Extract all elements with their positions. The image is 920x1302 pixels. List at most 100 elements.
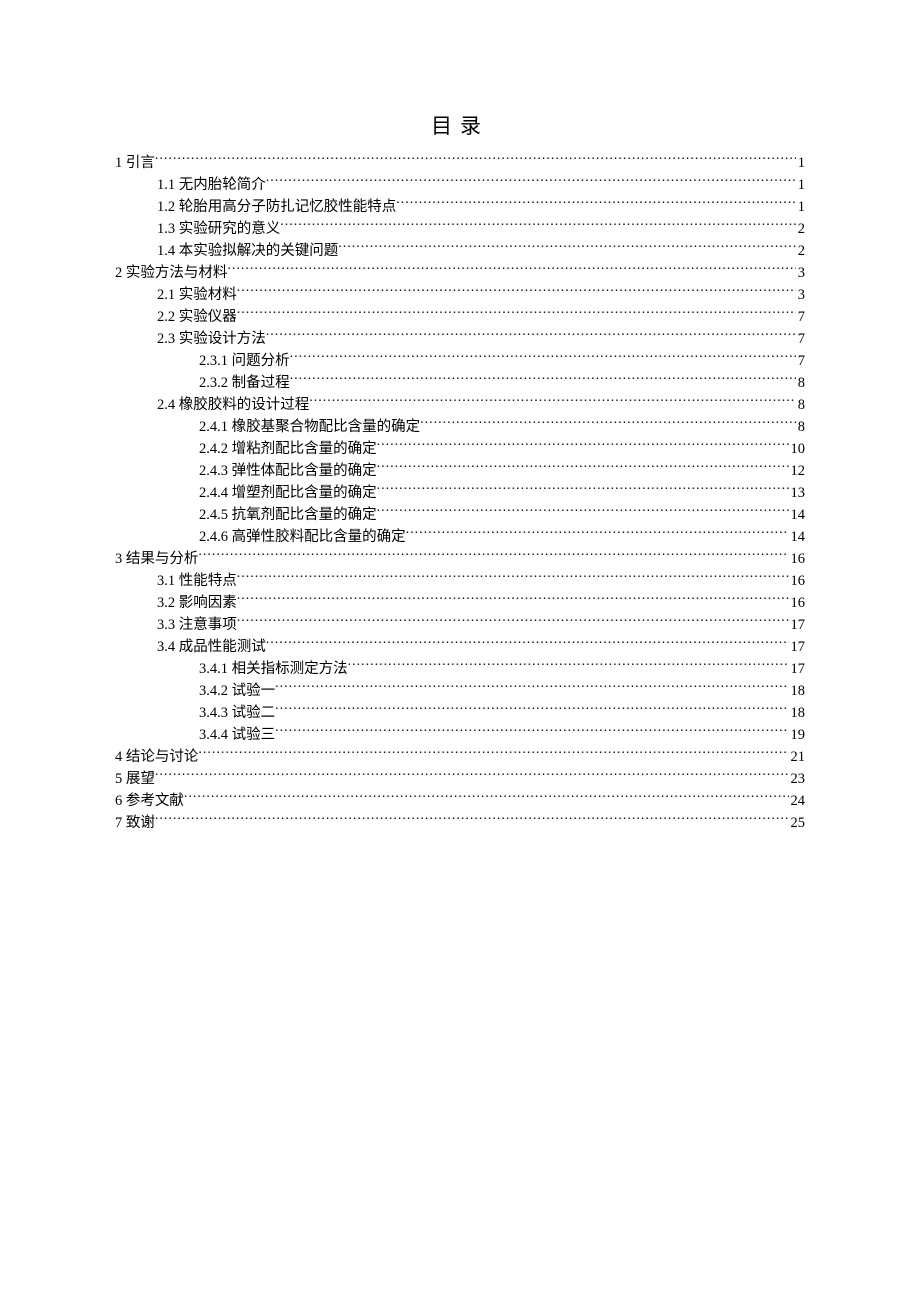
toc-entry-label: 2.4.5 抗氧剂配比含量的确定 [199, 505, 377, 527]
toc-entry-label: 3 结果与分析 [115, 549, 198, 571]
toc-entry-page: 1 [796, 175, 805, 197]
toc-entry[interactable]: 3.4.3 试验二 18 [199, 702, 805, 724]
toc-entry-label: 3.4.2 试验一 [199, 681, 275, 703]
toc-entry[interactable]: 3.4 成品性能测试 17 [157, 636, 805, 658]
toc-entry[interactable]: 2.4.2 增粘剂配比含量的确定 10 [199, 438, 805, 460]
toc-leader-dots [275, 702, 788, 717]
toc-entry[interactable]: 2 实验方法与材料 3 [115, 262, 805, 284]
toc-entry[interactable]: 2.4 橡胶胶料的设计过程 8 [157, 394, 805, 416]
toc-entry[interactable]: 3.4.2 试验一 18 [199, 680, 805, 702]
toc-entry[interactable]: 6 参考文献 24 [115, 790, 805, 812]
toc-entry[interactable]: 1.4 本实验拟解决的关键问题 2 [157, 240, 805, 262]
toc-entry-page: 17 [789, 659, 806, 681]
toc-entry[interactable]: 1.2 轮胎用高分子防扎记忆胶性能特点 1 [157, 196, 805, 218]
toc-entry-page: 1 [796, 197, 805, 219]
toc-entry-label: 3.4.4 试验三 [199, 725, 275, 747]
toc-entry[interactable]: 1 引言 1 [115, 152, 805, 174]
toc-entry[interactable]: 2.3.1 问题分析 7 [199, 350, 805, 372]
toc-entry-label: 2.2 实验仪器 [157, 307, 237, 329]
toc-entry-label: 2.3 实验设计方法 [157, 329, 266, 351]
toc-entry[interactable]: 1.1 无内胎轮简介 1 [157, 174, 805, 196]
toc-entry-page: 21 [789, 747, 806, 769]
toc-entry-label: 6 参考文献 [115, 791, 184, 813]
toc-entry-page: 24 [789, 791, 806, 813]
toc-entry[interactable]: 4 结论与讨论 21 [115, 746, 805, 768]
toc-entry-page: 3 [796, 263, 805, 285]
toc-entry[interactable]: 3.4.1 相关指标测定方法 17 [199, 658, 805, 680]
toc-entry-label: 2.4.6 高弹性胶料配比含量的确定 [199, 527, 406, 549]
toc-leader-dots [237, 614, 789, 629]
page-title: 目录 [115, 110, 805, 140]
toc-entry-label: 1.2 轮胎用高分子防扎记忆胶性能特点 [157, 197, 396, 219]
toc-entry-label: 3.2 影响因素 [157, 593, 237, 615]
toc-leader-dots [237, 284, 796, 299]
toc-leader-dots [406, 526, 789, 541]
toc-entry-label: 2.4.3 弹性体配比含量的确定 [199, 461, 377, 483]
toc-entry[interactable]: 2.4.1 橡胶基聚合物配比含量的确定 8 [199, 416, 805, 438]
toc-entry[interactable]: 3.3 注意事项 17 [157, 614, 805, 636]
toc-leader-dots [198, 548, 788, 563]
toc-entry[interactable]: 2.4.3 弹性体配比含量的确定 12 [199, 460, 805, 482]
toc-entry-label: 2.4 橡胶胶料的设计过程 [157, 395, 309, 417]
toc-entry[interactable]: 3.2 影响因素 16 [157, 592, 805, 614]
toc-entry-label: 2.3.2 制备过程 [199, 373, 290, 395]
toc-entry-page: 1 [796, 153, 805, 175]
toc-entry-label: 5 展望 [115, 769, 155, 791]
toc-leader-dots [377, 504, 789, 519]
toc-leader-dots [237, 306, 796, 321]
toc-entry-page: 23 [789, 769, 806, 791]
toc-entry[interactable]: 3.1 性能特点 16 [157, 570, 805, 592]
toc-entry-page: 14 [789, 527, 806, 549]
toc-entry-page: 16 [789, 549, 806, 571]
toc-leader-dots [377, 460, 789, 475]
toc-entry-page: 16 [789, 593, 806, 615]
toc-entry[interactable]: 2.4.6 高弹性胶料配比含量的确定 14 [199, 526, 805, 548]
toc-entry[interactable]: 2.2 实验仪器 7 [157, 306, 805, 328]
toc-leader-dots [396, 196, 796, 211]
table-of-contents: 1 引言 11.1 无内胎轮简介 11.2 轮胎用高分子防扎记忆胶性能特点 11… [115, 152, 805, 834]
toc-entry[interactable]: 2.4.4 增塑剂配比含量的确定 13 [199, 482, 805, 504]
toc-entry[interactable]: 3 结果与分析 16 [115, 548, 805, 570]
toc-leader-dots [155, 152, 796, 167]
toc-leader-dots [275, 680, 788, 695]
toc-entry-label: 3.4.3 试验二 [199, 703, 275, 725]
toc-entry-label: 2 实验方法与材料 [115, 263, 227, 285]
toc-entry-label: 1.3 实验研究的意义 [157, 219, 280, 241]
toc-entry-page: 17 [789, 615, 806, 637]
toc-entry-page: 14 [789, 505, 806, 527]
toc-leader-dots [155, 812, 789, 827]
toc-entry-page: 17 [789, 637, 806, 659]
toc-entry[interactable]: 5 展望 23 [115, 768, 805, 790]
toc-leader-dots [198, 746, 788, 761]
toc-entry[interactable]: 2.1 实验材料 3 [157, 284, 805, 306]
toc-entry-page: 18 [789, 703, 806, 725]
toc-entry[interactable]: 1.3 实验研究的意义 2 [157, 218, 805, 240]
toc-entry[interactable]: 2.3 实验设计方法 7 [157, 328, 805, 350]
toc-entry-label: 3.4.1 相关指标测定方法 [199, 659, 348, 681]
toc-leader-dots [237, 592, 789, 607]
toc-entry-label: 2.3.1 问题分析 [199, 351, 290, 373]
toc-entry-page: 8 [796, 373, 805, 395]
toc-leader-dots [184, 790, 789, 805]
toc-entry[interactable]: 7 致谢 25 [115, 812, 805, 834]
toc-leader-dots [266, 174, 796, 189]
toc-leader-dots [266, 328, 796, 343]
toc-entry-label: 2.4.4 增塑剂配比含量的确定 [199, 483, 377, 505]
toc-leader-dots [377, 438, 789, 453]
toc-leader-dots [266, 636, 789, 651]
toc-entry-page: 12 [789, 461, 806, 483]
toc-leader-dots [237, 570, 789, 585]
toc-entry-page: 7 [796, 307, 805, 329]
toc-leader-dots [348, 658, 789, 673]
toc-entry[interactable]: 3.4.4 试验三 19 [199, 724, 805, 746]
toc-entry[interactable]: 2.4.5 抗氧剂配比含量的确定 14 [199, 504, 805, 526]
toc-entry-page: 8 [796, 417, 805, 439]
toc-entry-label: 1.4 本实验拟解决的关键问题 [157, 241, 338, 263]
toc-leader-dots [338, 240, 796, 255]
toc-entry-label: 3.4 成品性能测试 [157, 637, 266, 659]
toc-entry-page: 10 [789, 439, 806, 461]
toc-entry-label: 1.1 无内胎轮简介 [157, 175, 266, 197]
toc-leader-dots [420, 416, 796, 431]
toc-entry[interactable]: 2.3.2 制备过程 8 [199, 372, 805, 394]
toc-entry-page: 13 [789, 483, 806, 505]
